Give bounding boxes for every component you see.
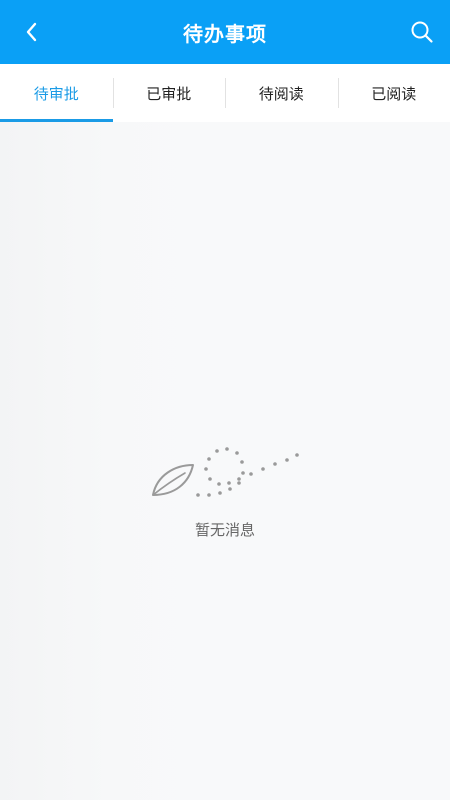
search-button[interactable]	[408, 18, 436, 46]
tab-approved[interactable]: 已审批	[112, 64, 226, 122]
empty-message: 暂无消息	[194, 521, 255, 539]
chevron-left-icon	[26, 22, 37, 42]
back-button[interactable]	[18, 18, 46, 46]
tab-pending-approval[interactable]: 待审批	[0, 64, 113, 122]
content-area: 暂无消息	[0, 122, 450, 800]
tab-pending-read[interactable]: 待阅读	[225, 64, 338, 122]
page-title: 待办事项	[183, 21, 267, 46]
top-bar: 待办事项	[0, 0, 450, 64]
search-icon	[411, 21, 433, 43]
leaf-icon	[152, 447, 299, 497]
tab-read[interactable]: 已阅读	[337, 64, 450, 122]
tab-bar: 待审批 已审批 待阅读 已阅读	[0, 64, 450, 122]
empty-state: 暂无消息	[0, 417, 450, 557]
